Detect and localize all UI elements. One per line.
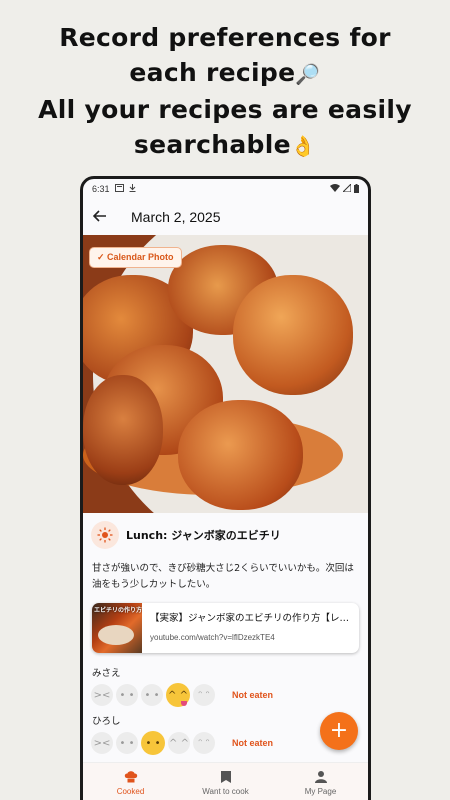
shrimp-shape [178, 400, 303, 510]
nav-label: Want to cook [202, 786, 249, 796]
app-bar: March 2, 2025 [83, 199, 368, 235]
meal-title: Lunch: ジャンボ家のエビチリ [126, 529, 281, 542]
promo-line-1: Record preferences for [59, 23, 391, 52]
battery-icon [354, 183, 359, 195]
rater-name: みさえ [92, 668, 121, 679]
nav-label: Cooked [116, 786, 145, 796]
bottom-navigation: Cooked Want to cook My Page [83, 762, 368, 800]
video-thumbnail: エビチリの作り方 [92, 603, 142, 653]
rating-row: >< • • • • ^ ^ ᵔ ᵔ Not eaten [83, 681, 368, 707]
notification-icon [114, 184, 124, 194]
rating-yummy-face-icon[interactable]: ^ ^ [166, 683, 190, 707]
video-link-card[interactable]: エビチリの作り方 【実家】ジャンボ家のエビチリの作り方【レ… youtube.c… [92, 603, 359, 653]
nav-item-my-page[interactable]: My Page [273, 763, 368, 800]
status-bar: 6:31 [83, 179, 368, 199]
plus-icon: + [329, 718, 349, 743]
promo-line-3: All your recipes are easily [38, 95, 412, 124]
wifi-icon [330, 184, 340, 194]
rating-yummy-face-icon[interactable]: ^ ^ [168, 732, 190, 754]
status-time: 6:31 [92, 184, 110, 194]
meal-header: Lunch: ジャンボ家のエビチリ [83, 513, 368, 553]
meal-photo[interactable]: ✓ Calendar Photo [83, 235, 368, 513]
promo-headline: Record preferences for each recipe🔎 All … [0, 20, 450, 164]
download-icon [129, 184, 136, 194]
nav-item-cooked[interactable]: Cooked [83, 763, 178, 800]
shrimp-shape [233, 275, 353, 395]
chef-hat-icon [124, 770, 138, 785]
meal-note: 甘さが強いので、きび砂糖大さじ2くらいでいいかも。次回は油をもう少しカットしたい… [92, 563, 354, 590]
rating-neutral-face-icon[interactable]: • • [141, 684, 163, 706]
rating-very-bad-face-icon[interactable]: >< [91, 732, 113, 754]
page-title-date: March 2, 2025 [131, 209, 221, 225]
bookmark-icon [220, 770, 232, 785]
not-eaten-button[interactable]: Not eaten [232, 690, 273, 700]
person-icon [314, 770, 327, 785]
not-eaten-button[interactable]: Not eaten [232, 738, 273, 748]
rating-bad-face-icon[interactable]: • • [116, 684, 138, 706]
rating-delicious-face-icon[interactable]: ᵔ ᵔ [193, 732, 215, 754]
calendar-photo-chip[interactable]: ✓ Calendar Photo [89, 247, 182, 268]
shrimp-shape [83, 375, 163, 485]
phone-frame: 6:31 March 2, 2025 ✓ Calendar Photo Lunc… [80, 176, 371, 800]
rating-bad-face-icon[interactable]: • • [116, 732, 138, 754]
video-url: youtube.com/watch?v=lflDzezkTE4 [150, 633, 275, 642]
promo-line-2: each recipe [129, 58, 296, 87]
signal-icon [341, 182, 352, 194]
add-fab-button[interactable]: + [320, 712, 358, 750]
rating-delicious-face-icon[interactable]: ᵔ ᵔ [193, 684, 215, 706]
ok-hand-emoji-icon: 👌 [290, 134, 317, 158]
nav-label: My Page [304, 786, 337, 796]
sun-icon [91, 521, 119, 549]
nav-item-want-to-cook[interactable]: Want to cook [178, 763, 273, 800]
rating-neutral-face-icon[interactable]: • • [141, 731, 165, 755]
rating-very-bad-face-icon[interactable]: >< [91, 684, 113, 706]
video-title: 【実家】ジャンボ家のエビチリの作り方【レ… [150, 613, 350, 624]
promo-line-4: searchable [133, 130, 291, 159]
back-arrow-icon[interactable] [92, 207, 131, 227]
magnifier-emoji-icon: 🔎 [295, 62, 321, 86]
thumbnail-caption: エビチリの作り方 [94, 607, 142, 614]
